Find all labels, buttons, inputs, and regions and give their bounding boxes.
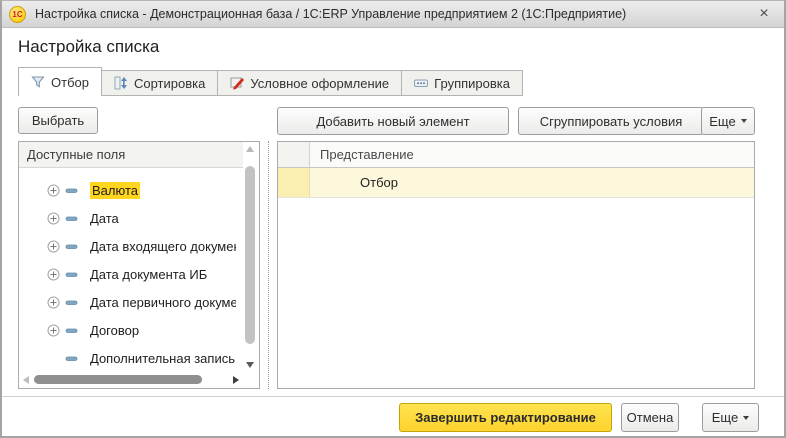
tree-item-label: Валюта [90,182,140,199]
tab-label: Условное оформление [250,76,389,91]
tree-item-label: Дата входящего докумен [90,239,236,254]
field-dash-icon [65,268,78,281]
expand-plus-icon[interactable] [47,324,60,337]
tree-item-date[interactable]: Дата [19,204,242,232]
field-dash-icon [65,240,78,253]
expand-plus-icon[interactable] [47,240,60,253]
scroll-right-icon[interactable] [233,376,239,384]
conditional-format-icon [230,76,244,90]
row-presentation-cell: Отбор [310,168,754,197]
tree-item-incoming-doc-date[interactable]: Дата входящего докумен [19,232,242,260]
1c-logo-icon: 1С [9,6,26,23]
tree-item-additional-record[interactable]: Дополнительная запись [19,344,242,372]
chevron-down-icon [743,416,749,420]
scroll-up-icon[interactable] [246,146,254,152]
expand-plus-icon[interactable] [47,296,60,309]
field-dash-icon [65,184,78,197]
tab-strip: Отбор Сортировка Условное оформление [18,67,523,96]
close-icon[interactable]: × [753,4,775,24]
tab-grouping[interactable]: Группировка [402,70,523,96]
add-new-element-button[interactable]: Добавить новый элемент [277,107,509,135]
field-dash-icon [65,352,78,365]
expand-plus-icon[interactable] [47,212,60,225]
tree-item-label: Договор [90,323,139,338]
horizontal-scrollbar[interactable] [21,374,241,386]
table-header-presentation: Представление [310,142,754,167]
tab-conditional-formatting[interactable]: Условное оформление [218,70,402,96]
available-fields-tree: Доступные поля Валюта Дата [18,141,260,389]
tab-label: Сортировка [134,76,205,91]
scroll-left-icon[interactable] [23,376,29,384]
list-settings-dialog: 1С Настройка списка - Демонстрационная б… [0,0,786,438]
scroll-down-icon[interactable] [246,362,254,368]
tree-item-label: Дата [90,211,119,226]
tab-label: Группировка [434,76,510,91]
tab-sorting[interactable]: Сортировка [102,70,218,96]
filter-funnel-icon [31,75,45,89]
tree-item-contract[interactable]: Договор [19,316,242,344]
table-header-marker-cell [278,142,310,167]
filter-toolbar: Добавить новый элемент Сгруппировать усл… [277,107,755,135]
title-bar[interactable]: 1С Настройка списка - Демонстрационная б… [2,1,784,28]
more-button-top[interactable]: Еще [701,107,755,135]
footer-divider [2,396,784,397]
tree-rows: Валюта Дата Дата входящего докумен [19,176,242,372]
tree-header: Доступные поля [19,142,243,168]
tree-item-label: Дата первичного докумен [90,295,236,310]
panel-splitter[interactable] [268,141,269,389]
more-button-label: Еще [709,114,735,129]
page-title: Настройка списка [18,37,159,57]
field-dash-icon [65,212,78,225]
table-header-row: Представление [278,142,754,168]
sort-icon [114,76,128,90]
select-button[interactable]: Выбрать [18,107,98,134]
expand-plus-icon[interactable] [47,268,60,281]
vertical-scroll-thumb[interactable] [245,166,255,344]
finish-editing-button[interactable]: Завершить редактирование [399,403,612,432]
expand-plus-icon[interactable] [47,184,60,197]
vertical-scrollbar[interactable] [244,144,257,371]
tree-item-primary-doc-date[interactable]: Дата первичного докумен [19,288,242,316]
tab-label: Отбор [51,75,89,90]
tab-filter[interactable]: Отбор [18,67,102,96]
table-row-filter-root[interactable]: Отбор [278,168,754,198]
tree-item-label: Дополнительная запись [90,351,235,366]
more-button-label: Еще [712,410,738,425]
grouping-icon [414,76,428,90]
cancel-button[interactable]: Отмена [621,403,679,432]
more-button-bottom[interactable]: Еще [702,403,759,432]
group-conditions-button[interactable]: Сгруппировать условия [518,107,704,135]
field-dash-icon [65,324,78,337]
chevron-down-icon [741,119,747,123]
window-title: Настройка списка - Демонстрационная база… [35,7,626,21]
filter-conditions-table: Представление Отбор [277,141,755,389]
tree-item-currency[interactable]: Валюта [19,176,242,204]
tree-item-label: Дата документа ИБ [90,267,207,282]
horizontal-scroll-thumb[interactable] [34,375,202,384]
row-marker-cell [278,168,310,197]
tree-item-ib-doc-date[interactable]: Дата документа ИБ [19,260,242,288]
field-dash-icon [65,296,78,309]
